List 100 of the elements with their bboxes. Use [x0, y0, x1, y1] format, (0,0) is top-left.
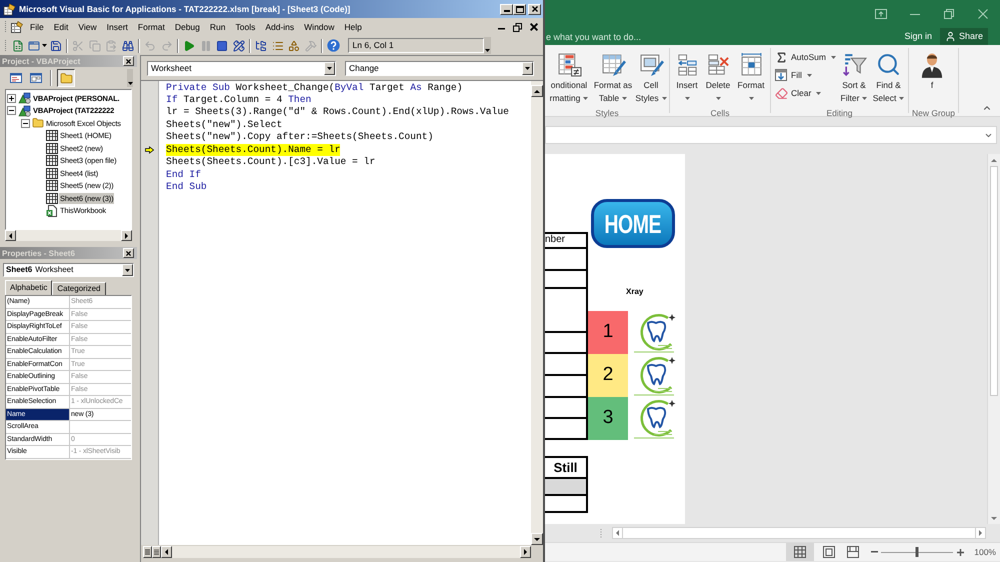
find-select-button[interactable]: Find & Select — [872, 48, 905, 108]
close-icon — [126, 250, 131, 256]
conditional-formatting-button[interactable]: onditional rmatting — [548, 48, 590, 108]
restore-icon — [944, 9, 954, 19]
tab[interactable]: Categorized — [52, 282, 106, 295]
caret-icon — [484, 49, 490, 52]
cells-cross-icon — [706, 53, 730, 76]
play-icon — [183, 40, 196, 52]
vertical-scrollbar[interactable] — [987, 154, 1000, 524]
code-line: Sheets(Sheets.Count).[c3].Value = lr — [166, 156, 376, 169]
window-icon — [28, 40, 40, 52]
code-line: Sheets("new").Select — [166, 118, 282, 132]
close-icon — [126, 58, 131, 64]
sheet-icon — [46, 142, 58, 154]
shapes-icon — [18, 104, 31, 117]
menu-item[interactable]: Insert — [102, 20, 133, 34]
grid-icon — [794, 546, 806, 558]
menu-item[interactable]: Debug — [170, 20, 205, 34]
cell-styles-button[interactable]: Cell Styles — [636, 48, 666, 108]
clear-button[interactable]: Clear — [774, 84, 836, 102]
help-button[interactable] — [325, 37, 342, 54]
menu-item[interactable]: Window — [299, 20, 340, 34]
close-button[interactable] — [123, 248, 134, 258]
horizontal-scrollbar[interactable] — [161, 546, 531, 558]
expand-toggle[interactable] — [21, 118, 30, 128]
caret-icon — [525, 66, 530, 70]
view-button[interactable] — [786, 543, 814, 561]
expand-toggle[interactable] — [7, 94, 16, 103]
sign-in-link[interactable]: Sign in — [904, 30, 932, 44]
tab[interactable]: Alphabetic — [5, 280, 52, 295]
menu-item[interactable]: Run — [204, 20, 230, 34]
menu-item[interactable]: Tools — [230, 20, 260, 34]
close-icon — [532, 6, 538, 12]
group-label: Cells — [710, 108, 730, 119]
object-dropdown[interactable]: Sheet6 Worksheet — [3, 263, 134, 277]
object-dropdown[interactable]: Worksheet — [147, 60, 336, 76]
undo-icon — [144, 40, 156, 52]
empty-cell — [545, 270, 588, 289]
caret-icon — [125, 268, 130, 272]
format-as-table-button[interactable]: Format as Table — [592, 48, 634, 108]
splitter-handle[interactable] — [600, 528, 602, 538]
close-button[interactable] — [528, 4, 541, 14]
menu-item[interactable]: View — [73, 20, 102, 34]
sheet-icon — [11, 21, 23, 33]
full-module-view-button[interactable] — [152, 546, 161, 558]
menu-item[interactable]: File — [25, 20, 49, 34]
zoom-in-button[interactable] — [956, 547, 964, 557]
minus-icon — [870, 551, 878, 553]
right-arrow-icon — [979, 530, 982, 536]
slider-thumb[interactable] — [916, 547, 919, 557]
up-arrow-box-icon — [875, 9, 887, 19]
minimize-button[interactable] — [500, 4, 513, 14]
toggle-folders-button[interactable] — [57, 69, 75, 87]
zoom-slider[interactable] — [881, 547, 954, 557]
horizontal-scrollbar[interactable] — [612, 527, 986, 539]
caret-icon — [42, 44, 46, 47]
shapes-icon — [288, 40, 300, 52]
user-button[interactable]: f — [912, 48, 952, 108]
window-title: Microsoft Visual Basic for Applications - TAT222222.xlsm [break] - [Sheet3 (Code)] — [19, 3, 350, 15]
autosum-button[interactable]: AutoSum — [774, 48, 836, 66]
vertical-scrollbar[interactable] — [531, 81, 543, 545]
format-cells-button[interactable]: Format — [735, 48, 767, 108]
sheet-icon — [46, 180, 58, 192]
close-button[interactable] — [123, 56, 134, 66]
menu-item[interactable]: Add-ins — [260, 20, 300, 34]
restore-icon[interactable] — [513, 22, 522, 32]
left-arrow-icon — [616, 530, 619, 536]
pane-title: Project - VBAProject — [2, 56, 80, 66]
empty-cell — [545, 478, 588, 496]
pane-title: Properties - Sheet6 — [2, 248, 75, 258]
page-break-icon — [847, 546, 860, 558]
menu-item[interactable]: Format — [132, 20, 170, 34]
close-icon — [978, 9, 988, 19]
formula-bar-field[interactable] — [545, 126, 997, 144]
number-cell: 2 — [588, 354, 628, 397]
insert-cells-button[interactable]: Insert — [673, 48, 701, 108]
sort-filter-button[interactable]: Sort & Filter — [838, 48, 870, 108]
menu-item[interactable]: Edit — [48, 20, 74, 34]
grip-handle[interactable] — [4, 38, 7, 52]
form-icon — [30, 73, 42, 83]
expand-toggle[interactable] — [7, 106, 16, 116]
pencil-ruler-icon — [232, 40, 245, 52]
procedure-dropdown[interactable]: Change — [345, 60, 534, 76]
horizontal-scrollbar[interactable] — [5, 230, 132, 241]
folder-tree-icon — [255, 40, 268, 52]
grip-handle[interactable] — [4, 20, 7, 34]
binoculars-icon — [122, 40, 134, 52]
save-icon — [50, 40, 62, 52]
maximize-button[interactable] — [513, 4, 526, 14]
delete-cells-button[interactable]: Delete — [703, 48, 733, 108]
hammer-icon — [304, 40, 317, 52]
left-arrow-icon — [165, 548, 168, 554]
fill-button[interactable]: Fill — [774, 66, 836, 84]
procedure-view-button[interactable] — [143, 546, 152, 558]
copy-icon — [88, 40, 101, 52]
caret-icon — [128, 82, 132, 85]
menu-item[interactable]: Help — [339, 20, 367, 34]
code-line: lr = Sheets(3).Range("d" & Rows.Count).End(xlUp).Rows.Value — [166, 106, 509, 119]
minimize-icon[interactable] — [498, 28, 505, 30]
share-button[interactable]: Share — [940, 28, 988, 45]
